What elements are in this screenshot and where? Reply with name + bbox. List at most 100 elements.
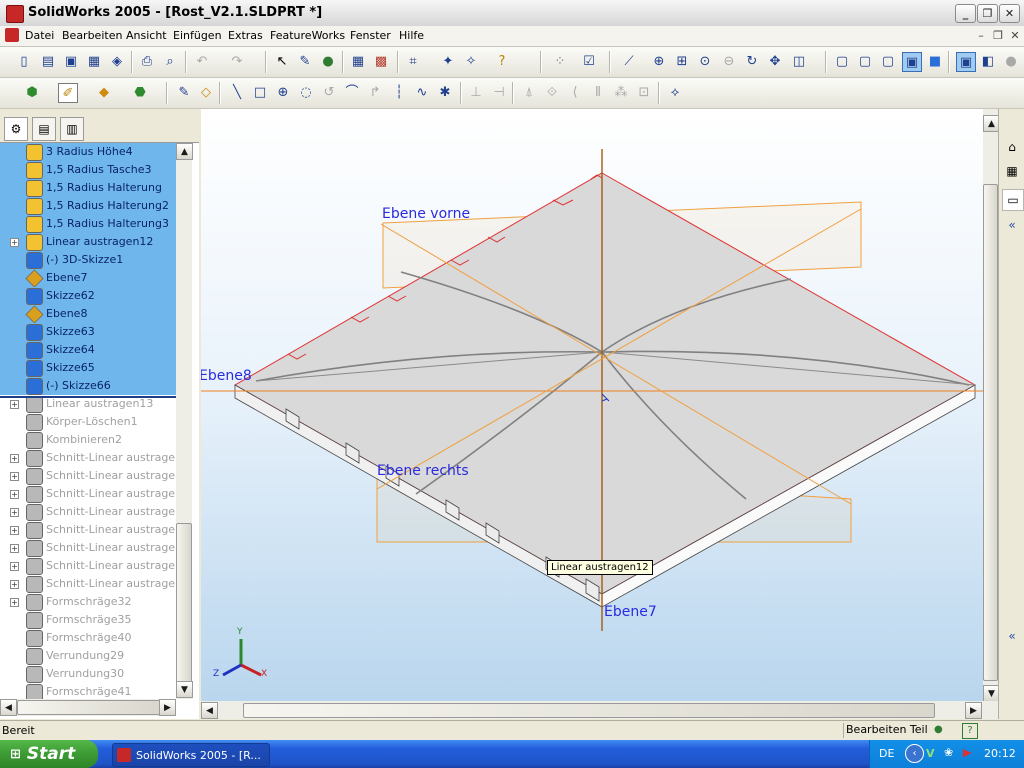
pattern-icon[interactable]: ⁘ bbox=[551, 52, 569, 70]
centerpoint-arc-icon[interactable]: ◌ bbox=[297, 83, 315, 101]
menu-ansicht[interactable]: Ansicht bbox=[126, 29, 167, 42]
rectangle-icon[interactable]: □ bbox=[251, 83, 269, 101]
instant3d-icon[interactable]: ✧ bbox=[462, 52, 480, 70]
expand-toggle-icon[interactable]: + bbox=[10, 562, 19, 571]
graphics-area[interactable]: Ebene vorne Ebene rechts Ebene8 Ebene7 L… bbox=[201, 109, 983, 701]
viewport-scroll-right-button[interactable]: ▶ bbox=[965, 702, 982, 719]
check-icon[interactable]: ☑ bbox=[580, 52, 598, 70]
tree-item[interactable]: + Schnitt-Linear austragen22 bbox=[0, 449, 176, 467]
document-menu-icon[interactable] bbox=[5, 28, 19, 42]
linear-pattern-icon[interactable]: ⫴ bbox=[589, 83, 607, 101]
scroll-right-button[interactable]: ▶ bbox=[159, 699, 176, 716]
rotate-view-icon[interactable]: ↻ bbox=[743, 52, 761, 70]
model-view[interactable] bbox=[201, 109, 983, 701]
label-ebene8[interactable]: Ebene8 bbox=[201, 368, 252, 384]
viewport-vscroll-thumb[interactable] bbox=[983, 184, 998, 681]
tree-item[interactable]: Verrundung30 bbox=[0, 665, 176, 683]
spline-icon[interactable]: ∿ bbox=[413, 83, 431, 101]
tray-chevron-icon[interactable]: ‹ bbox=[905, 744, 924, 763]
tree-item[interactable]: Kombinieren2 bbox=[0, 431, 176, 449]
wireframe-icon[interactable]: ▢ bbox=[833, 52, 851, 70]
menu-extras[interactable]: Extras bbox=[228, 29, 263, 42]
tree-item[interactable]: (-) 3D-Skizze1 bbox=[0, 251, 176, 269]
tree-item[interactable]: + Schnitt-Linear austragen29 bbox=[0, 575, 176, 593]
three-point-arc-icon[interactable]: ⌒ bbox=[343, 83, 361, 101]
trim-icon[interactable]: ⊥ bbox=[467, 83, 485, 101]
offset-entities-icon[interactable]: ⟐ bbox=[543, 83, 561, 101]
extrude-boss-icon[interactable]: ⬢ bbox=[23, 83, 41, 101]
scroll-up-button[interactable]: ▲ bbox=[176, 143, 193, 160]
expand-toggle-icon[interactable]: + bbox=[10, 544, 19, 553]
expand-toggle-icon[interactable]: + bbox=[10, 598, 19, 607]
extend-icon[interactable]: ⊣ bbox=[490, 83, 508, 101]
feature-tree-scrollbar[interactable]: ▲ ▼ bbox=[176, 143, 193, 699]
base-plate-top-face[interactable] bbox=[233, 172, 977, 595]
tree-item[interactable]: + Linear austragen12 bbox=[0, 233, 176, 251]
mirror-icon[interactable]: ⟨ bbox=[566, 83, 584, 101]
tree-item[interactable]: Körper-Löschen1 bbox=[0, 413, 176, 431]
viewport-vscrollbar[interactable]: ▲ ▼ bbox=[983, 109, 1000, 702]
sketch-selection-icon[interactable]: ✐ bbox=[58, 83, 78, 103]
point-icon[interactable]: ✱ bbox=[436, 83, 454, 101]
doc-minimize-button[interactable]: – bbox=[974, 29, 988, 42]
design-library-icon[interactable]: ▦ bbox=[1002, 161, 1022, 181]
start-button[interactable]: ⊞ Start bbox=[0, 740, 98, 768]
quick-snaps-icon[interactable]: ⟡ bbox=[666, 83, 684, 101]
tree-item[interactable]: Verrundung29 bbox=[0, 647, 176, 665]
tray-network-icon[interactable]: ❀ bbox=[944, 746, 953, 759]
convert-entities-icon[interactable]: ⍋ bbox=[520, 83, 538, 101]
label-ebene-rechts[interactable]: Ebene rechts bbox=[377, 463, 469, 479]
menu-hilfe[interactable]: Hilfe bbox=[399, 29, 424, 42]
features-icon[interactable]: ⬣ bbox=[131, 83, 149, 101]
expand-left-icon[interactable]: « bbox=[1002, 626, 1022, 646]
shaded-with-edges-icon[interactable]: ▣ bbox=[902, 52, 922, 72]
scroll-down-button[interactable]: ▼ bbox=[176, 681, 193, 698]
select-icon[interactable]: ↖ bbox=[273, 52, 291, 70]
scroll-left-button[interactable]: ◀ bbox=[0, 699, 17, 716]
tree-item[interactable]: + Schnitt-Linear austragen24 bbox=[0, 485, 176, 503]
material-icon[interactable]: ▩ bbox=[372, 52, 390, 70]
menu-datei[interactable]: Datei bbox=[25, 29, 54, 42]
tree-item[interactable]: Ebene8 bbox=[0, 305, 176, 324]
expand-toggle-icon[interactable]: + bbox=[10, 580, 19, 589]
hscroll-thumb[interactable] bbox=[17, 700, 161, 715]
expand-toggle-icon[interactable]: + bbox=[10, 238, 19, 247]
tree-item[interactable]: Skizze62 bbox=[0, 287, 176, 305]
make-assembly-icon[interactable]: ◈ bbox=[108, 52, 126, 70]
expand-toggle-icon[interactable]: + bbox=[10, 490, 19, 499]
hidden-lines-visible-icon[interactable]: ▢ bbox=[856, 52, 874, 70]
centerline-icon[interactable]: ┆ bbox=[390, 83, 408, 101]
tree-item[interactable]: Formschräge41 bbox=[0, 683, 176, 699]
help-icon[interactable]: ? bbox=[493, 52, 511, 70]
undo-icon[interactable]: ↶ bbox=[193, 52, 211, 70]
hidden-lines-removed-icon[interactable]: ▢ bbox=[879, 52, 897, 70]
rebuild-icon[interactable]: ● bbox=[319, 52, 337, 70]
tree-item[interactable]: + Formschräge32 bbox=[0, 593, 176, 611]
rollback-bar[interactable] bbox=[0, 396, 176, 398]
redo-icon[interactable]: ↷ bbox=[228, 52, 246, 70]
move-entities-icon[interactable]: ⊡ bbox=[635, 83, 653, 101]
configuration-manager-tab-icon[interactable]: ▥ bbox=[60, 117, 84, 141]
tree-item[interactable]: + Schnitt-Linear austragen27 bbox=[0, 539, 176, 557]
circular-pattern-icon[interactable]: ⁂ bbox=[612, 83, 630, 101]
options-grid-icon[interactable]: ▦ bbox=[349, 52, 367, 70]
zoom-selection-icon[interactable]: ⊖ bbox=[720, 52, 738, 70]
quick-tips-icon[interactable]: ? bbox=[962, 723, 978, 739]
perspective-icon[interactable]: ◧ bbox=[979, 52, 997, 70]
label-ebene7[interactable]: Ebene7 bbox=[604, 604, 657, 620]
expand-toggle-icon[interactable]: + bbox=[10, 454, 19, 463]
section-view-icon[interactable]: ⟋ bbox=[620, 52, 638, 70]
tangent-arc-icon[interactable]: ↺ bbox=[320, 83, 338, 101]
tree-item[interactable]: Formschräge35 bbox=[0, 611, 176, 629]
feature-tree-hscrollbar[interactable]: ◀ ▶ bbox=[0, 699, 176, 716]
menu-fenster[interactable]: Fenster bbox=[350, 29, 391, 42]
property-manager-tab-icon[interactable]: ▤ bbox=[32, 117, 56, 141]
taskbar-solidworks-item[interactable]: SolidWorks 2005 - [R... bbox=[112, 743, 270, 767]
tree-item[interactable]: 3 Radius Höhe4 bbox=[0, 143, 176, 161]
print-icon[interactable]: ⎙ bbox=[138, 52, 156, 70]
rebuild-sketch-icon[interactable]: ✎ bbox=[296, 52, 314, 70]
tray-media-icon[interactable]: ▶ bbox=[963, 746, 971, 759]
tree-item[interactable]: + Schnitt-Linear austragen23 bbox=[0, 467, 176, 485]
tree-item[interactable]: 1,5 Radius Tasche3 bbox=[0, 161, 176, 179]
solidworks-app-icon[interactable] bbox=[6, 5, 24, 23]
